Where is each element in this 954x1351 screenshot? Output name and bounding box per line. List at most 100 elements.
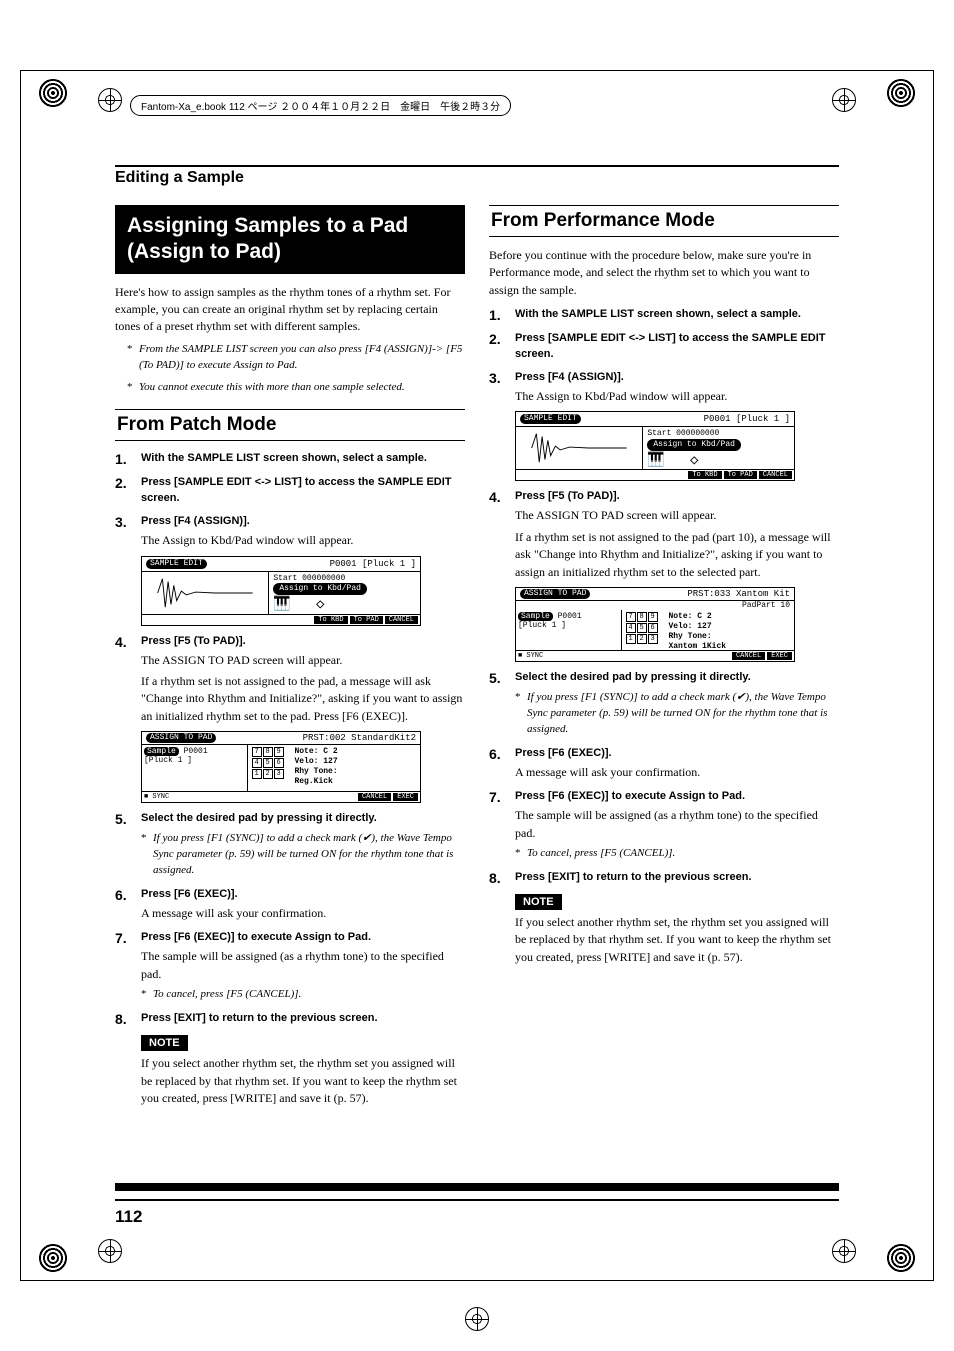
lcd-sample-id: P0001	[558, 612, 582, 621]
step-2: 2.Press [SAMPLE EDIT <-> LIST] to access…	[115, 475, 465, 506]
step-8: 8.Press [EXIT] to return to the previous…	[115, 1011, 465, 1027]
waveform-icon	[142, 572, 269, 614]
footnote: You cannot execute this with more than o…	[139, 380, 465, 396]
pad-grid-icon: 789 456 123	[626, 612, 658, 645]
step-body: The Assign to Kbd/Pad window will appear…	[515, 388, 839, 405]
spiral-decoration	[38, 1243, 68, 1273]
lcd-button-cancel: CANCEL	[385, 616, 418, 624]
lcd-sync: ■ SYNC	[518, 652, 543, 660]
lcd-tag: ASSIGN TO PAD	[146, 733, 216, 743]
step-body: If a rhythm set is not assigned to the p…	[515, 529, 839, 581]
step-3: 3.Press [F4 (ASSIGN)].	[489, 370, 839, 386]
waveform-icon	[516, 427, 643, 469]
step-body: The sample will be assigned (as a rhythm…	[141, 948, 465, 983]
step-body: A message will ask your confirmation.	[141, 905, 465, 922]
step-7: 7.Press [F6 (EXEC)] to execute Assign to…	[489, 789, 839, 805]
lcd-sample-edit: SAMPLE EDIT P0001 [Pluck 1 ] Start 00000…	[141, 556, 421, 626]
step-body: The ASSIGN TO PAD screen will appear.	[141, 652, 465, 669]
step-body: The Assign to Kbd/Pad window will appear…	[141, 532, 465, 549]
lcd-banner: Assign to Kbd/Pad	[273, 583, 367, 595]
section-title: Editing a Sample	[115, 169, 839, 187]
intro-text: Before you continue with the procedure b…	[489, 247, 839, 299]
lcd-start: Start 000000000	[647, 429, 790, 439]
step-6: 6.Press [F6 (EXEC)].	[489, 746, 839, 762]
note-label: NOTE	[141, 1035, 188, 1051]
lcd-sample-name: [Pluck 1 ]	[518, 621, 566, 630]
lcd-sample-edit: SAMPLE EDIT P0001 [Pluck 1 ] Start 00000…	[515, 411, 795, 481]
lcd-padpart: PadPart 10	[516, 601, 794, 610]
lcd-sample-name: [Pluck 1 ]	[144, 756, 192, 765]
lcd-button-to-pad: To PAD	[350, 616, 383, 624]
lcd-sample-id: P0001	[184, 747, 208, 756]
footnote: If you press [F1 (SYNC)] to add a check …	[153, 831, 465, 879]
footnote: From the SAMPLE LIST screen you can also…	[139, 342, 465, 374]
note-text: If you select another rhythm set, the rh…	[141, 1055, 465, 1107]
registration-mark-icon	[465, 1307, 489, 1331]
lcd-button-to-kbd: To KBD	[688, 471, 721, 479]
footer-bar	[115, 1183, 839, 1191]
lcd-assign-to-pad: ASSIGN TO PAD PRST:033 Xantom Kit PadPar…	[515, 587, 795, 662]
footnote: To cancel, press [F5 (CANCEL)].	[153, 987, 465, 1003]
lcd-button-cancel: CANCEL	[732, 652, 765, 660]
lcd-banner: Assign to Kbd/Pad	[647, 439, 741, 451]
step-5: 5.Select the desired pad by pressing it …	[489, 670, 839, 686]
lcd-button-cancel: CANCEL	[759, 471, 792, 479]
step-body: The ASSIGN TO PAD screen will appear.	[515, 507, 839, 524]
page-header: Editing a Sample	[115, 165, 839, 187]
registration-mark-icon	[832, 1239, 856, 1263]
note-label: NOTE	[515, 894, 562, 910]
lcd-rhy: Rhy Tone:	[668, 632, 726, 642]
lcd-sample-label: Sample	[144, 747, 179, 756]
lcd-header: PRST:002 StandardKit2	[303, 733, 416, 743]
lcd-button-exec: EXEC	[393, 793, 418, 801]
main-heading: Assigning Samples to a Pad (Assign to Pa…	[115, 205, 465, 274]
crop-header: Fantom-Xa_e.book 112 ページ ２００４年１０月２２日 金曜日…	[130, 95, 824, 116]
footnote: If you press [F1 (SYNC)] to add a check …	[527, 690, 839, 738]
lcd-sync: ■ SYNC	[144, 793, 169, 801]
lcd-header: P0001 [Pluck 1 ]	[704, 414, 790, 424]
step-6: 6.Press [F6 (EXEC)].	[115, 887, 465, 903]
registration-mark-icon	[98, 1239, 122, 1263]
lcd-button-to-kbd: To KBD	[314, 616, 347, 624]
lcd-header: PRST:033 Xantom Kit	[687, 589, 790, 599]
spiral-decoration	[886, 78, 916, 108]
lcd-rhy-name: Xantom 1Kick	[668, 642, 726, 652]
lcd-note: Note: C 2	[668, 612, 726, 622]
lcd-assign-to-pad: ASSIGN TO PAD PRST:002 StandardKit2 Samp…	[141, 731, 421, 803]
lcd-velo: Velo: 127	[294, 757, 337, 767]
lcd-rhy-name: Reg.Kick	[294, 777, 337, 787]
step-8: 8.Press [EXIT] to return to the previous…	[489, 870, 839, 886]
step-2: 2.Press [SAMPLE EDIT <-> LIST] to access…	[489, 331, 839, 362]
pad-grid-icon: 789 456 123	[252, 747, 284, 780]
spiral-decoration	[886, 1243, 916, 1273]
lcd-button-exec: EXEC	[767, 652, 792, 660]
lcd-tag: SAMPLE EDIT	[520, 414, 581, 424]
lcd-sample-label: Sample	[518, 612, 553, 621]
step-4: 4.Press [F5 (To PAD)].	[489, 489, 839, 505]
lcd-note: Note: C 2	[294, 747, 337, 757]
sub-heading-patch-mode: From Patch Mode	[115, 409, 465, 441]
lcd-button-to-pad: To PAD	[724, 471, 757, 479]
step-1: 1.With the SAMPLE LIST screen shown, sel…	[115, 451, 465, 467]
footnote: To cancel, press [F5 (CANCEL)].	[527, 846, 839, 862]
left-column: Assigning Samples to a Pad (Assign to Pa…	[115, 205, 465, 1111]
spiral-decoration	[38, 78, 68, 108]
step-body: A message will ask your confirmation.	[515, 764, 839, 781]
registration-mark-icon	[832, 88, 856, 112]
lcd-rhy: Rhy Tone:	[294, 767, 337, 777]
crop-header-text: Fantom-Xa_e.book 112 ページ ２００４年１０月２２日 金曜日…	[130, 95, 511, 116]
page-number: 112	[115, 1199, 839, 1227]
step-7: 7.Press [F6 (EXEC)] to execute Assign to…	[115, 930, 465, 946]
step-1: 1.With the SAMPLE LIST screen shown, sel…	[489, 307, 839, 323]
step-4: 4.Press [F5 (To PAD)].	[115, 634, 465, 650]
lcd-tag: ASSIGN TO PAD	[520, 589, 590, 599]
right-column: From Performance Mode Before you continu…	[489, 205, 839, 1111]
intro-text: Here's how to assign samples as the rhyt…	[115, 284, 465, 336]
note-text: If you select another rhythm set, the rh…	[515, 914, 839, 966]
step-body: If a rhythm set is not assigned to the p…	[141, 673, 465, 725]
lcd-tag: SAMPLE EDIT	[146, 559, 207, 569]
step-body: The sample will be assigned (as a rhythm…	[515, 807, 839, 842]
step-3: 3.Press [F4 (ASSIGN)].	[115, 514, 465, 530]
lcd-header: P0001 [Pluck 1 ]	[330, 559, 416, 569]
step-5: 5.Select the desired pad by pressing it …	[115, 811, 465, 827]
